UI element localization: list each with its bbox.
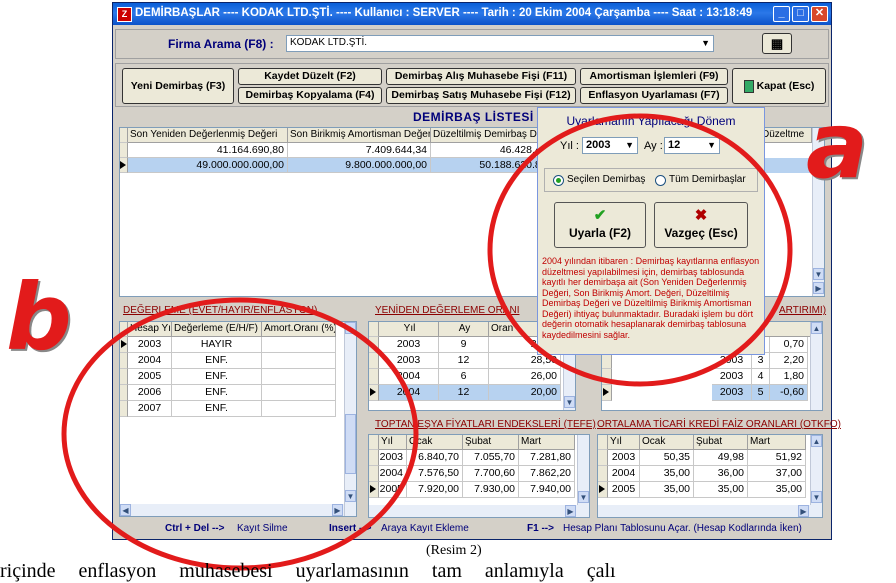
annotation-circle-a	[487, 113, 793, 387]
annotation-letter-b: b	[6, 264, 72, 371]
annotation-letter-a: a	[806, 92, 869, 199]
annotation-circle-b	[61, 297, 419, 571]
annotation-overlay	[61, 113, 793, 571]
figure-caption: (Resim 2)	[426, 543, 482, 558]
